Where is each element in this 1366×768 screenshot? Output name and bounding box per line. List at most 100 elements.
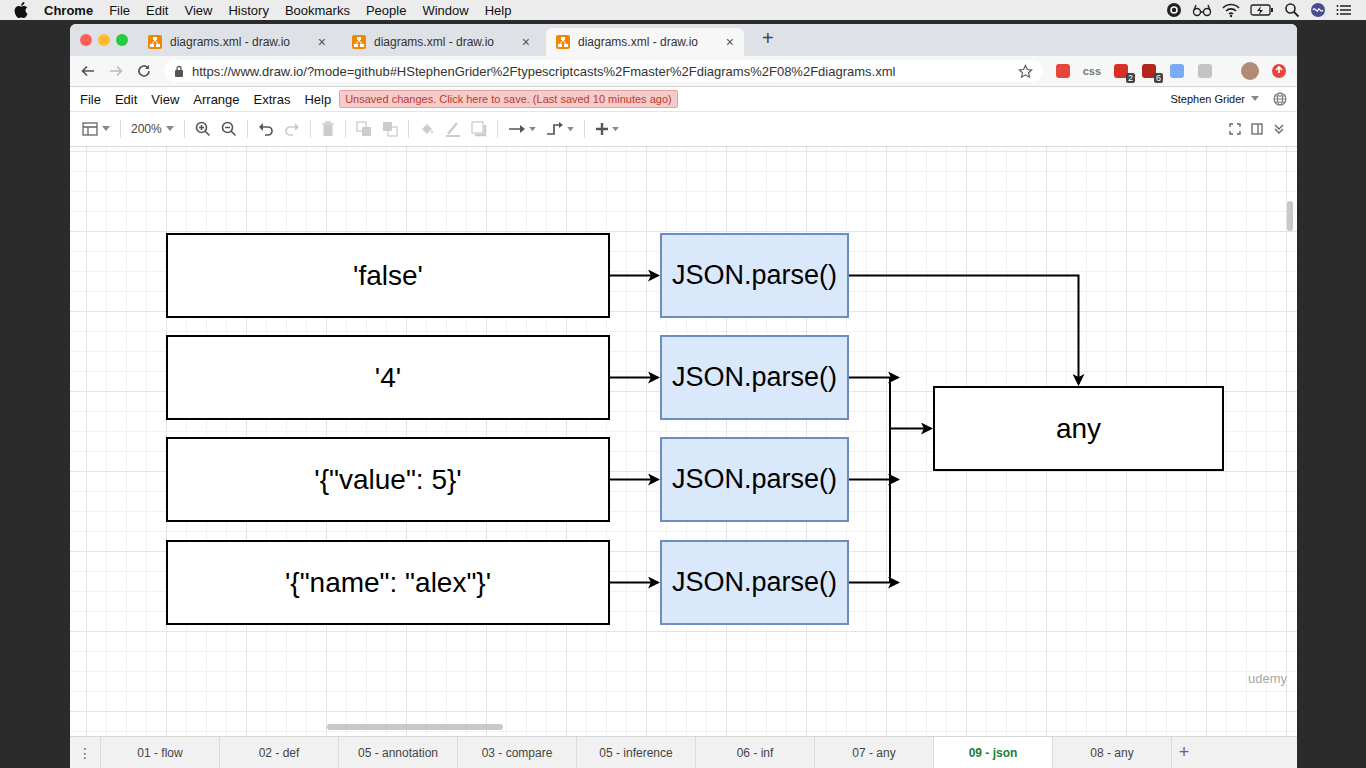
browser-tab[interactable]: diagrams.xml - draw.io× [138, 28, 336, 56]
collapse-icon[interactable] [1273, 123, 1285, 135]
update-icon[interactable] [1271, 63, 1287, 79]
input-node[interactable]: '{"name": "alex"}' [166, 540, 610, 625]
connector-arrow[interactable] [890, 428, 931, 430]
add-page-button[interactable]: + [1171, 737, 1196, 768]
page-tab[interactable]: 07 - any [814, 737, 933, 768]
extension-button[interactable]: 6 [1141, 63, 1157, 79]
input-node[interactable]: '{"value": 5}' [166, 437, 610, 522]
page-tab[interactable]: 03 - compare [457, 737, 576, 768]
app-menu-item[interactable]: Edit [115, 92, 137, 107]
connector-arrow[interactable] [889, 378, 891, 583]
mac-menu-item[interactable]: History [228, 3, 268, 18]
connector-arrow[interactable] [610, 377, 658, 379]
mac-menu-item[interactable]: Edit [146, 3, 168, 18]
address-bar[interactable]: https://www.draw.io/?mode=github#HStephe… [164, 60, 1043, 82]
page-tab[interactable]: 05 - annotation [338, 737, 457, 768]
input-node[interactable]: '4' [166, 335, 610, 420]
reload-icon[interactable] [136, 63, 152, 79]
wifi-icon[interactable] [1222, 2, 1240, 18]
extension-button[interactable]: 2 [1113, 63, 1129, 79]
horizontal-scrollbar[interactable] [327, 724, 503, 730]
connector-arrow[interactable] [849, 276, 1079, 385]
app-menu-item[interactable]: View [151, 92, 179, 107]
input-node[interactable]: 'false' [166, 233, 610, 318]
shadow-icon [471, 121, 487, 137]
app-menu-item[interactable]: Extras [254, 92, 291, 107]
line-button[interactable] [445, 121, 461, 137]
mac-menu-item[interactable]: Help [485, 3, 512, 18]
app-menu-item[interactable]: Arrange [193, 92, 239, 107]
function-node[interactable]: JSON.parse() [660, 437, 849, 522]
dropdown-caret-icon[interactable] [1251, 96, 1259, 102]
zoom-window-button[interactable] [116, 34, 128, 46]
extensions: css 26 [1055, 62, 1287, 80]
zoom-out-button[interactable] [221, 121, 237, 137]
creative-cloud-icon[interactable] [1166, 2, 1182, 18]
page-tab[interactable]: 06 - inf [695, 737, 814, 768]
extension-button[interactable] [1055, 63, 1071, 79]
mac-menu-item[interactable]: View [184, 3, 212, 18]
fill-button[interactable] [419, 121, 435, 137]
connection-button[interactable] [508, 123, 536, 135]
connector-arrow[interactable] [610, 582, 658, 584]
front-button[interactable] [356, 121, 372, 137]
zoom-select[interactable]: 200% [131, 122, 174, 136]
zoom-in-button[interactable] [195, 121, 211, 137]
glasses-icon[interactable] [1192, 2, 1212, 18]
connector-arrow[interactable] [610, 479, 658, 481]
mac-app-name[interactable]: Chrome [44, 3, 93, 18]
function-node[interactable]: JSON.parse() [660, 233, 849, 318]
page-tab[interactable]: 01 - flow [100, 737, 219, 768]
function-node[interactable]: JSON.parse() [660, 540, 849, 625]
mac-menu-item[interactable]: File [109, 3, 130, 18]
app-menu-item[interactable]: File [80, 92, 101, 107]
fullscreen-icon[interactable] [1229, 123, 1241, 135]
unsaved-notice[interactable]: Unsaved changes. Click here to save. (La… [339, 90, 678, 108]
app-menu-item[interactable]: Help [304, 92, 331, 107]
diagram-canvas[interactable]: 'false' JSON.parse() '4' JSON.parse() '{"val… [70, 147, 1297, 736]
notifications-icon[interactable] [1336, 2, 1352, 18]
extension-button[interactable] [1197, 63, 1213, 79]
extension-button[interactable]: css [1083, 63, 1101, 79]
forward-icon[interactable] [108, 63, 124, 79]
close-tab-button[interactable]: × [318, 34, 326, 50]
format-panel-icon[interactable] [1251, 123, 1263, 135]
siri-icon[interactable] [1310, 2, 1326, 18]
minimize-window-button[interactable] [98, 34, 110, 46]
undo-button[interactable] [258, 122, 274, 136]
view-toggle[interactable] [82, 122, 110, 136]
extension-button[interactable] [1169, 63, 1185, 79]
browser-tab[interactable]: diagrams.xml - draw.io× [342, 28, 540, 56]
back-icon[interactable] [80, 63, 96, 79]
back-button[interactable] [382, 121, 398, 137]
page-tab[interactable]: 08 - any [1052, 737, 1171, 768]
profile-avatar-icon[interactable] [1241, 62, 1259, 80]
shadow-button[interactable] [471, 121, 487, 137]
apple-icon[interactable] [14, 2, 28, 18]
browser-tab[interactable]: diagrams.xml - draw.io× [546, 28, 744, 56]
page-tab[interactable]: 02 - def [219, 737, 338, 768]
function-node[interactable]: JSON.parse() [660, 335, 849, 420]
pages-menu-button[interactable]: ⋮ [70, 737, 100, 768]
insert-button[interactable] [595, 122, 619, 136]
close-tab-button[interactable]: × [726, 34, 734, 50]
delete-button[interactable] [321, 121, 335, 137]
page-tab[interactable]: 09 - json [933, 737, 1052, 768]
close-window-button[interactable] [80, 34, 92, 46]
bookmark-star-icon[interactable] [1018, 64, 1033, 79]
output-node[interactable]: any [933, 386, 1224, 471]
waypoints-button[interactable] [546, 122, 574, 136]
globe-icon[interactable] [1273, 92, 1287, 106]
search-icon[interactable] [1284, 2, 1300, 18]
battery-icon[interactable] [1250, 2, 1274, 18]
page-tab[interactable]: 05 - inference [576, 737, 695, 768]
mac-menu-item[interactable]: Bookmarks [285, 3, 350, 18]
new-tab-button[interactable]: + [750, 27, 786, 53]
mac-menu-item[interactable]: People [366, 3, 406, 18]
vertical-scrollbar[interactable] [1287, 201, 1293, 231]
mac-menu-item[interactable]: Window [422, 3, 468, 18]
user-name[interactable]: Stephen Grider [1170, 93, 1245, 105]
redo-button[interactable] [284, 122, 300, 136]
close-tab-button[interactable]: × [522, 34, 530, 50]
connector-arrow[interactable] [610, 275, 658, 277]
